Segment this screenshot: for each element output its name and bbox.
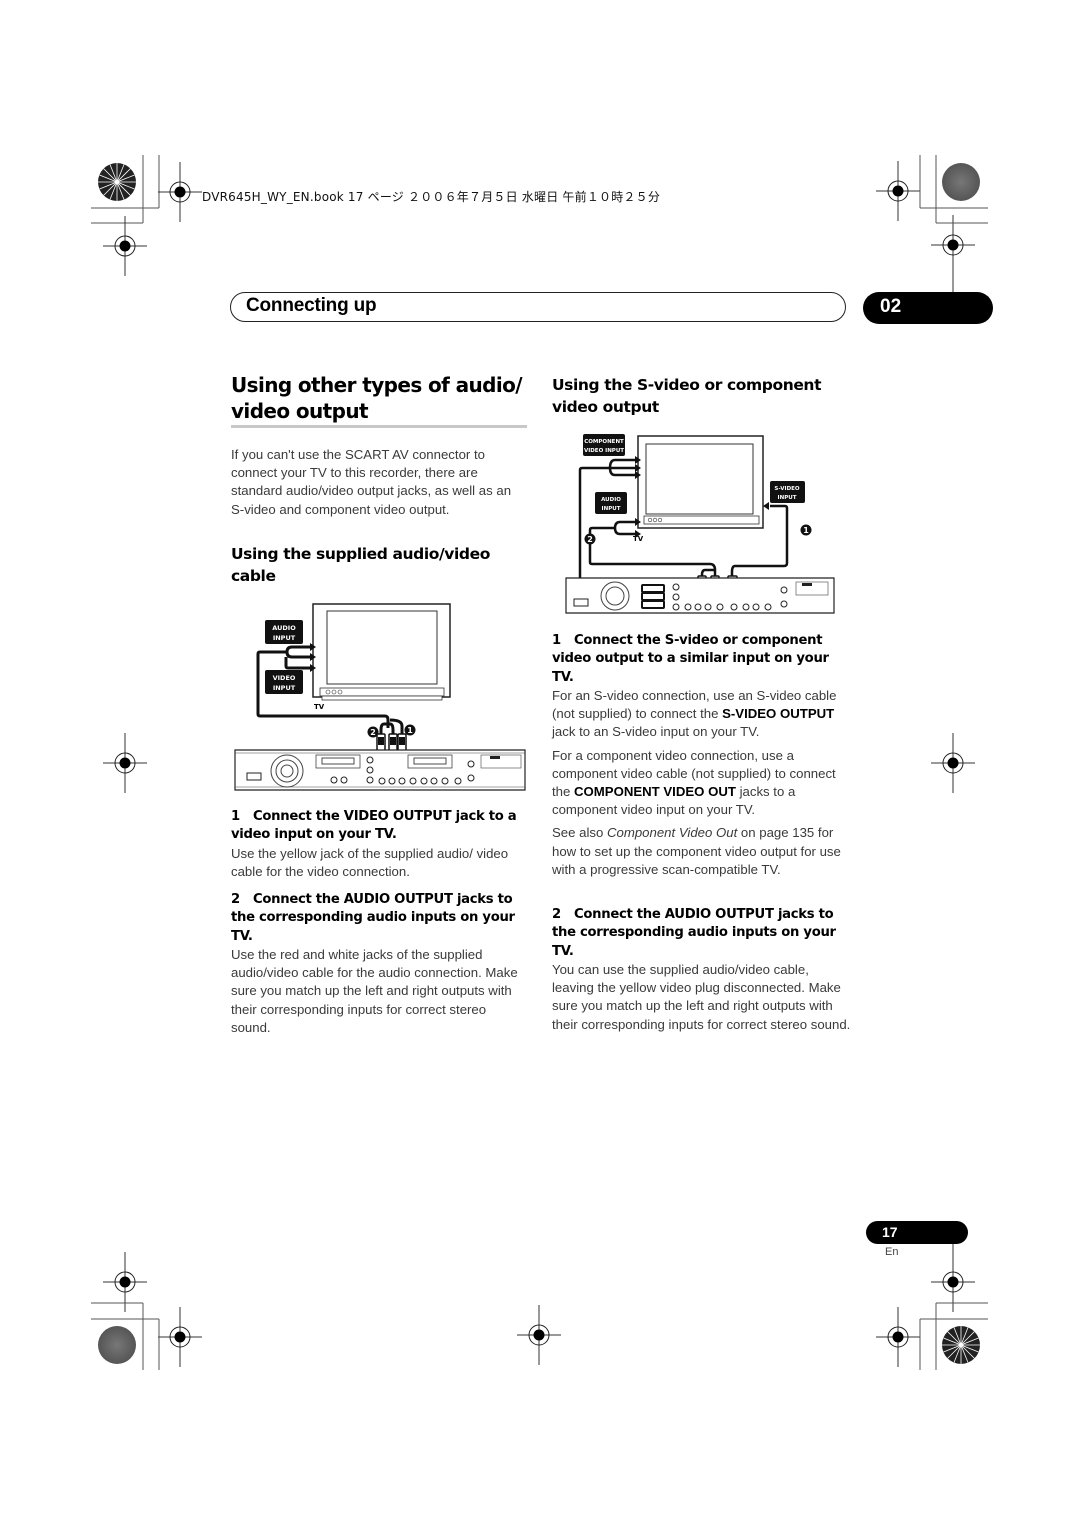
step-text-see-also: See also Component Video Out on page 135… [552,825,841,877]
step-number: 2 [231,892,240,907]
subheading-svideo-component: Using the S-video or component video out… [552,376,822,416]
step-text-svideo: For an S-video connection, use an S-vide… [552,687,837,740]
chapter-number: 02 [880,296,902,317]
registration-marks [91,155,988,1370]
svg-text:INPUT: INPUT [778,495,797,501]
page-number: 17 [882,1224,898,1240]
crosshair-icon [875,1306,921,1368]
cross-reference-link: Component Video Out [607,825,738,841]
svg-text:AUDIO: AUDIO [601,497,621,503]
crosshair-icon [930,732,976,794]
step-number: 1 [231,809,240,824]
step-number: 2 [552,907,561,922]
svg-text:VIDEO: VIDEO [273,674,296,682]
step-number: 1 [552,633,561,648]
svg-text:2: 2 [587,535,593,544]
crosshair-icon [102,732,148,794]
print-header: DVR645H_WY_EN.book 17 ページ ２００６年７月５日 水曜日 … [202,190,661,204]
diagram-supplied-cable: TV AUDIO INPUT VIDEO INPUT 2 1 [234,603,526,791]
step-title: Connect the AUDIO OUTPUT jacks to the co… [552,907,836,959]
gray-target-icon [98,1326,136,1364]
step-text-component: For a component video connection, use a … [552,747,836,818]
right-step-1: 1 Connect the S-video or component video … [552,632,852,879]
step-title: Connect the AUDIO OUTPUT jacks to the co… [231,892,515,944]
recorder-rear-panel [565,577,835,614]
svg-text:INPUT: INPUT [273,634,296,642]
svg-text:S-VIDEO: S-VIDEO [774,486,799,492]
diagram-svideo-component: TV COMPONENT VIDEO INPUT AUDIO INPUT S-V… [565,434,835,614]
step-title: Connect the VIDEO OUTPUT jack to a video… [231,809,517,843]
crosshair-icon [157,1306,203,1368]
starburst-target-icon [98,163,136,201]
step-text: Use the red and white jacks of the suppl… [231,946,518,1035]
gray-target-icon [942,163,980,201]
svg-text:AUDIO: AUDIO [272,624,296,632]
tv-label: TV [314,703,325,711]
step-text: Use the yellow jack of the supplied audi… [231,845,509,879]
starburst-target-icon [942,1326,980,1364]
svg-text:2: 2 [370,728,376,737]
intro-paragraph: If you can't use the SCART AV connector … [231,447,512,517]
svg-text:VIDEO INPUT: VIDEO INPUT [584,448,624,454]
svg-text:INPUT: INPUT [273,684,296,692]
page-language: En [885,1246,899,1258]
crosshair-icon [516,1304,562,1366]
left-step-1: 1 Connect the VIDEO OUTPUT jack to a vide… [231,808,527,881]
step-title: Connect the S-video or component video o… [552,633,829,685]
tv-label: TV [633,535,644,543]
heading-rule [231,425,527,428]
svg-text:COMPONENT: COMPONENT [584,439,624,445]
crosshair-icon [102,215,148,277]
svg-text:1: 1 [407,726,413,735]
crosshair-icon [875,160,921,222]
subheading-supplied-cable: Using the supplied audio/video cable [231,545,490,585]
crosshair-icon [157,161,203,223]
step-text: You can use the supplied audio/video cab… [552,961,851,1032]
tv-illustration [312,603,451,701]
page-heading: Using other types of audio/ video output [231,373,523,423]
left-step-2: 2 Connect the AUDIO OUTPUT jacks to the c… [231,891,527,1037]
svg-text:INPUT: INPUT [602,506,621,512]
tv-illustration [637,435,764,529]
right-step-2: 2 Connect the AUDIO OUTPUT jacks to the c… [552,906,852,1034]
recorder-rear-panel [234,749,526,791]
section-title: Connecting up [246,295,377,316]
svg-text:1: 1 [803,526,809,535]
